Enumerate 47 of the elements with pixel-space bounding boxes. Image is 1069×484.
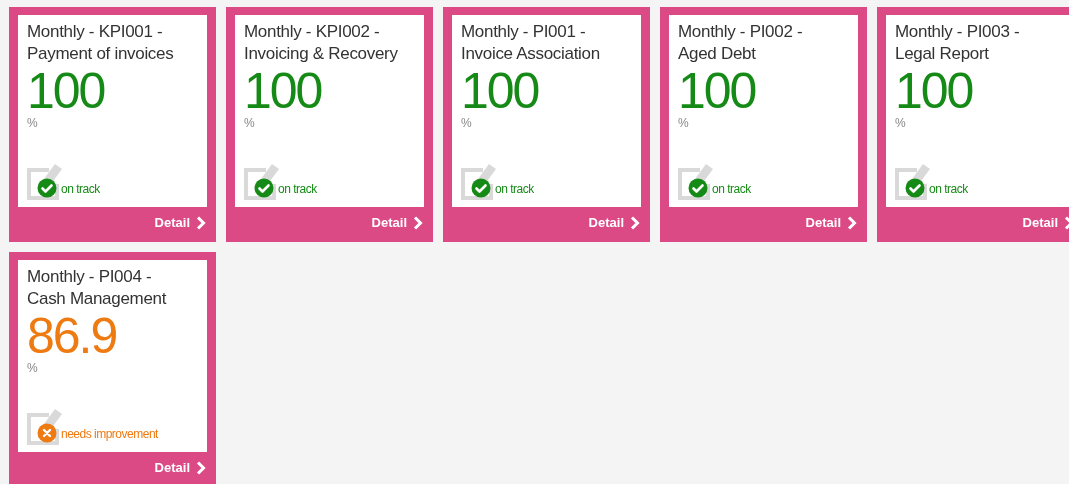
unit-label: %	[678, 116, 689, 130]
kpi-value: 86.9	[27, 311, 117, 361]
chevron-right-icon	[630, 216, 640, 230]
cross-icon	[37, 423, 57, 443]
check-icon	[37, 178, 57, 198]
chevron-right-icon	[413, 216, 423, 230]
check-icon	[254, 178, 274, 198]
detail-link[interactable]: Detail	[1022, 215, 1069, 231]
chevron-right-icon	[847, 216, 857, 230]
tile-title: Monthly - PI001 -	[461, 21, 586, 43]
kpi-value: 100	[895, 66, 973, 116]
tile-title: Monthly - PI002 -	[678, 21, 803, 43]
status-label: on track	[712, 182, 751, 196]
tile-title: Monthly - KPI001 -	[27, 21, 163, 43]
tile-title: Monthly - KPI002 -	[244, 21, 380, 43]
tile-title: Monthly - PI004 -	[27, 266, 152, 288]
detail-link[interactable]: Detail	[371, 215, 423, 231]
kpi-value: 100	[678, 66, 756, 116]
kpi-value: 100	[461, 66, 539, 116]
kpi-value: 100	[27, 66, 105, 116]
tile-title: Invoicing & Recovery	[244, 43, 398, 65]
check-icon	[471, 178, 491, 198]
tile-title: Legal Report	[895, 43, 989, 65]
detail-link[interactable]: Detail	[805, 215, 857, 231]
tile-title: Aged Debt	[678, 43, 756, 65]
detail-link[interactable]: Detail	[154, 215, 206, 231]
unit-label: %	[27, 361, 38, 375]
unit-label: %	[461, 116, 472, 130]
kpi-value: 100	[244, 66, 322, 116]
status-label: needs improvement	[61, 427, 158, 441]
tile-title: Monthly - PI003 -	[895, 21, 1020, 43]
unit-label: %	[27, 116, 38, 130]
tile-title: Cash Management	[27, 288, 167, 310]
chevron-right-icon	[196, 461, 206, 475]
check-icon	[905, 178, 925, 198]
chevron-right-icon	[196, 216, 206, 230]
status-label: on track	[61, 182, 100, 196]
tile-title: Payment of invoices	[27, 43, 174, 65]
check-icon	[688, 178, 708, 198]
unit-label: %	[895, 116, 906, 130]
tile-title: Invoice Association	[461, 43, 600, 65]
status-label: on track	[495, 182, 534, 196]
status-label: on track	[929, 182, 968, 196]
status-label: on track	[278, 182, 317, 196]
detail-link[interactable]: Detail	[154, 460, 206, 476]
detail-link[interactable]: Detail	[588, 215, 640, 231]
unit-label: %	[244, 116, 255, 130]
